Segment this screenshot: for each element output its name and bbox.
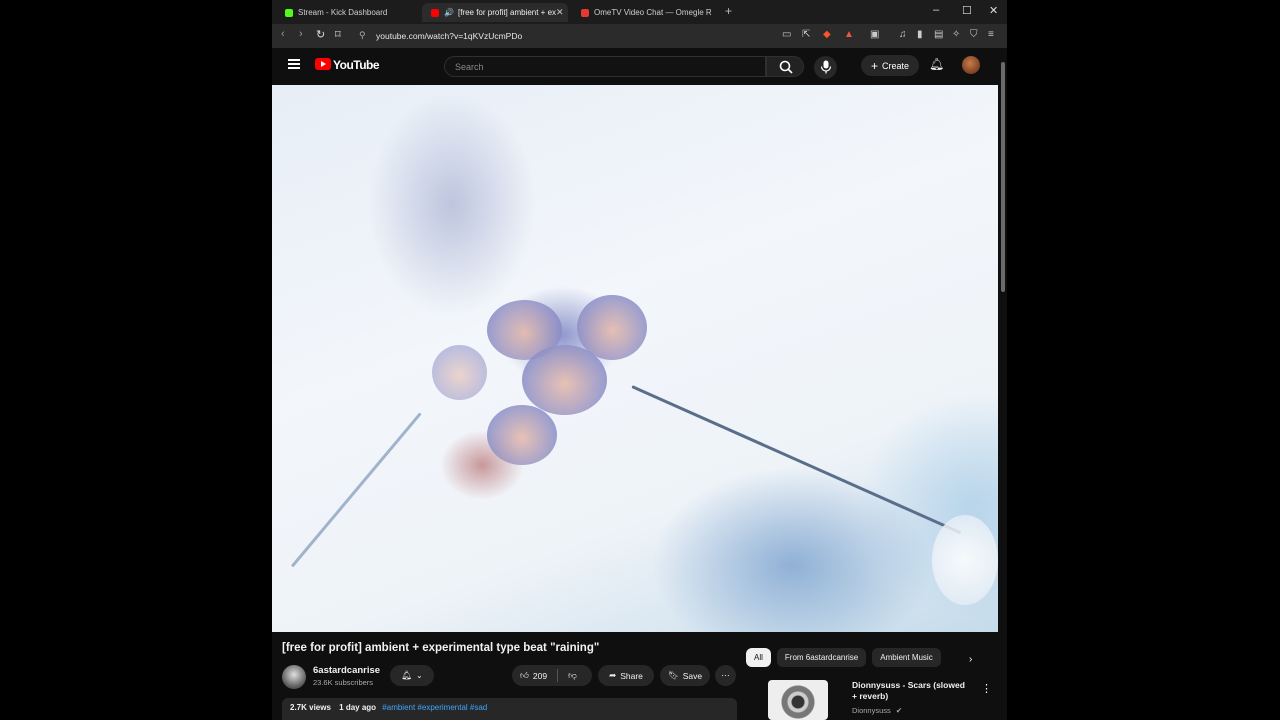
leo-ai-icon[interactable]: ✧	[952, 29, 960, 40]
url-field[interactable]: youtube.com/watch?v=1qKVzUcmPDo	[376, 31, 522, 41]
tab-label: [free for profit] ambient + ex	[457, 8, 557, 17]
ometv-favicon-icon	[581, 8, 589, 17]
recommended-title[interactable]: Dionnysuss - Scars (slowed + reverb)	[852, 680, 972, 702]
verified-check-icon: ✔	[895, 706, 903, 715]
save-label: Save	[682, 670, 703, 681]
channel-avatar[interactable]	[282, 665, 306, 689]
maximize-icon[interactable]: ☐	[962, 4, 972, 17]
tab-strip: Stream - Kick Dashboard 🔊 [free for prof…	[272, 0, 1007, 24]
brave-rewards-icon[interactable]: ▲	[844, 29, 854, 40]
brave-shield-icon[interactable]: ◆	[823, 29, 831, 40]
like-divider	[557, 669, 559, 682]
like-dislike-group: 👍︎ 209 👎︎	[512, 665, 592, 686]
tab-youtube-video[interactable]: 🔊 [free for profit] ambient + ex ✕	[422, 3, 568, 22]
extension-icon[interactable]: ▣	[870, 29, 879, 40]
browser-window: Stream - Kick Dashboard 🔊 [free for prof…	[272, 0, 1007, 720]
tab-label: Stream - Kick Dashboard	[298, 8, 388, 17]
recommendation-chips: All From 6astardcanrise Ambient Music	[746, 648, 941, 667]
more-horizontal-icon: ⋯	[721, 670, 730, 680]
speaker-icon: 🔊	[444, 8, 454, 17]
new-tab-plus-icon[interactable]: +	[725, 4, 732, 18]
account-avatar[interactable]	[962, 56, 980, 74]
chevron-down-icon: ⌄	[416, 671, 423, 680]
youtube-header: YouTube Search + Create 🔔︎	[272, 48, 1007, 84]
search-icon	[779, 60, 793, 74]
video-flower-decoration	[577, 295, 647, 360]
close-window-icon[interactable]: ✕	[989, 4, 998, 17]
tab-kick-dashboard[interactable]: Stream - Kick Dashboard	[276, 3, 419, 22]
save-bookmark-icon: 🔖︎	[667, 670, 679, 680]
more-actions-button[interactable]: ⋯	[715, 665, 736, 686]
address-bar: ‹ › ↻ ⌑ ⚲ youtube.com/watch?v=1qKVzUcmPD…	[272, 24, 1007, 48]
create-button[interactable]: + Create	[861, 55, 919, 76]
plus-icon: +	[870, 58, 878, 73]
music-icon[interactable]: ♫	[899, 29, 907, 40]
youtube-logo-icon[interactable]	[315, 58, 331, 70]
save-button[interactable]: 🔖︎ Save	[660, 665, 710, 686]
more-vertical-icon[interactable]: ⋮	[981, 682, 992, 695]
close-tab-icon[interactable]: ✕	[556, 7, 564, 18]
chip-ambient-music[interactable]: Ambient Music	[872, 648, 941, 667]
sidebar-icon[interactable]: ▮	[917, 29, 923, 40]
kick-favicon-icon	[285, 8, 293, 17]
microphone-icon	[820, 60, 832, 74]
video-branch-decoration	[290, 412, 422, 568]
share-button[interactable]: ➦ Share	[598, 665, 654, 686]
share-arrow-icon: ➦	[609, 670, 617, 680]
recommended-thumbnail[interactable]	[768, 680, 828, 720]
cast-icon[interactable]: ▭	[782, 29, 791, 40]
chip-all[interactable]: All	[746, 648, 771, 667]
video-title: [free for profit] ambient + experimental…	[282, 642, 600, 654]
bookmark-icon[interactable]: ⌑	[335, 28, 341, 41]
site-info-icon[interactable]: ⚲	[359, 30, 366, 41]
page-scrollbar[interactable]	[999, 48, 1007, 720]
tab-label: OmeTV Video Chat — Omegle R	[594, 8, 712, 17]
upload-age: 1 day ago	[339, 703, 377, 712]
reload-icon[interactable]: ↻	[316, 28, 325, 41]
video-branch-decoration	[631, 385, 962, 535]
share-label: Share	[620, 670, 643, 681]
channel-name[interactable]: 6astardcanrise	[313, 665, 380, 676]
tab-ometv[interactable]: OmeTV Video Chat — Omegle R	[572, 3, 712, 22]
like-button[interactable]: 👍︎ 209	[520, 670, 547, 681]
video-flower-decoration	[432, 345, 487, 400]
share-page-icon[interactable]: ⇱	[802, 29, 810, 40]
hamburger-menu-icon[interactable]	[288, 59, 300, 69]
notifications-bell-icon[interactable]: 🔔︎	[929, 57, 944, 71]
subscriber-count: 23.6K subscribers	[313, 678, 374, 687]
chip-from-channel[interactable]: From 6astardcanrise	[776, 648, 867, 667]
chevron-right-icon[interactable]: ›	[969, 654, 972, 665]
video-flower-decoration	[487, 405, 557, 465]
bell-icon: 🔔︎	[401, 670, 413, 680]
vpn-icon[interactable]: ⛉	[970, 29, 978, 40]
forward-arrow-icon[interactable]: ›	[299, 28, 303, 40]
back-arrow-icon[interactable]: ‹	[281, 28, 285, 40]
recommended-channel[interactable]: Dionnysuss ✔	[852, 706, 902, 715]
youtube-favicon-icon	[431, 8, 439, 17]
create-label: Create	[882, 60, 910, 71]
youtube-logo-text[interactable]: YouTube	[333, 58, 380, 72]
view-count: 2.7K views	[290, 703, 331, 712]
wallet-icon[interactable]: ▤	[934, 29, 943, 40]
like-count: 209	[532, 670, 548, 681]
voice-search-button[interactable]	[814, 56, 837, 79]
subscription-bell-button[interactable]: 🔔︎ ⌄	[390, 665, 434, 686]
scrollbar-thumb[interactable]	[1001, 62, 1005, 292]
search-button[interactable]	[766, 56, 804, 77]
hashtags[interactable]: #ambient #experimental #sad	[382, 703, 487, 712]
dislike-button[interactable]: 👎︎	[568, 670, 577, 681]
menu-icon[interactable]: ≡	[988, 29, 994, 40]
search-input[interactable]: Search	[444, 56, 766, 77]
thumbs-up-icon: 👍︎	[520, 670, 529, 680]
recommended-channel-name: Dionnysuss	[852, 706, 891, 715]
description-box[interactable]: 2.7K views 1 day ago #ambient #experimen…	[282, 698, 737, 720]
video-player[interactable]	[272, 85, 998, 632]
minimize-icon[interactable]: –	[933, 4, 939, 16]
video-flower-decoration	[932, 515, 998, 605]
